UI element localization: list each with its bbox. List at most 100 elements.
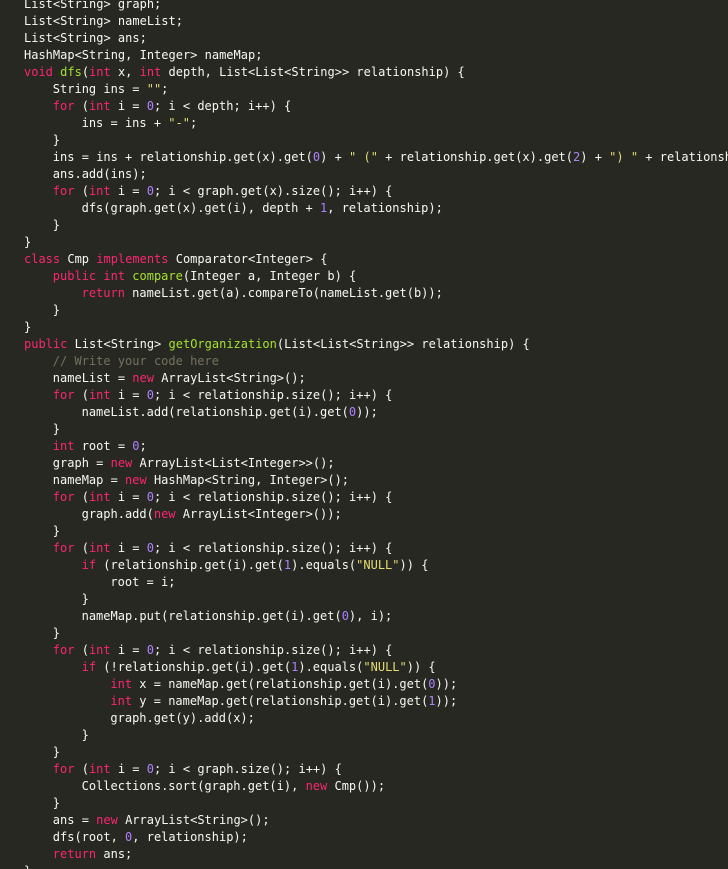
- code-token: nameMap.put(relationship.get(i).get(: [81, 609, 342, 623]
- code-line: }: [24, 625, 728, 642]
- code-token: }: [52, 218, 61, 232]
- code-token: i =: [110, 388, 147, 402]
- code-line: public List<String> getOrganization(List…: [24, 336, 728, 353]
- code-token: , relationship);: [132, 830, 248, 844]
- code-token: , relationship);: [327, 201, 443, 215]
- code-token: Cmp: [60, 252, 97, 266]
- code-line: }: [24, 302, 728, 319]
- code-token: ans.add(ins);: [52, 167, 147, 181]
- code-token: )) {: [406, 660, 436, 674]
- code-token: (: [74, 541, 89, 555]
- code-token: new: [110, 456, 133, 470]
- code-token: }: [52, 303, 61, 317]
- code-token: int: [88, 388, 111, 402]
- code-line: List<String> ans;: [24, 30, 728, 47]
- code-token: nameList.get(a).compareTo(nameList.get(b…: [124, 286, 443, 300]
- code-line: }: [24, 217, 728, 234]
- code-line: for (int i = 0; i < depth; i++) {: [24, 98, 728, 115]
- code-token: // Write your code here: [52, 354, 219, 368]
- code-token: }: [52, 133, 61, 147]
- code-line: // Write your code here: [24, 353, 728, 370]
- code-token: int: [88, 762, 111, 776]
- code-line: void dfs(int x, int depth, List<List<Str…: [24, 64, 728, 81]
- code-token: ;: [189, 116, 198, 130]
- code-line: ins = ins + "-";: [24, 115, 728, 132]
- code-token: public: [24, 337, 68, 351]
- code-token: String ins =: [52, 82, 147, 96]
- code-line: public int compare(Integer a, Integer b)…: [24, 268, 728, 285]
- code-token: int: [139, 65, 162, 79]
- code-line: return nameList.get(a).compareTo(nameLis…: [24, 285, 728, 302]
- code-token: getOrganization: [168, 337, 277, 351]
- code-token: ));: [435, 677, 458, 691]
- code-token: + relationship.get(x).get(: [645, 150, 728, 164]
- code-token: }: [81, 728, 89, 742]
- code-token: 0: [146, 490, 154, 504]
- code-line: HashMap<String, Integer> nameMap;: [24, 47, 728, 64]
- code-token: x,: [110, 65, 140, 79]
- code-line: }: [24, 132, 728, 149]
- code-token: implements: [96, 252, 169, 266]
- code-token: }: [52, 422, 61, 436]
- code-token: dfs(graph.get(x).get(i), depth +: [81, 201, 321, 215]
- code-token: 0: [146, 99, 154, 113]
- code-token: Collections.sort(graph.get(i),: [81, 779, 306, 793]
- code-token: ins = ins + relationship.get(x).get(: [52, 150, 313, 164]
- code-token: ; i < relationship.size(); i++) {: [153, 541, 393, 555]
- code-token: y = nameMap.get(relationship.get(i).get(: [132, 694, 429, 708]
- code-token: ));: [435, 694, 458, 708]
- code-token: ), i);: [348, 609, 393, 623]
- code-line: for (int i = 0; i < relationship.size();…: [24, 642, 728, 659]
- code-token: ; i < graph.get(x).size(); i++) {: [153, 184, 393, 198]
- code-token: (List<List<String>> relationship) {: [276, 337, 530, 351]
- code-token: ArrayList<String>();: [117, 813, 270, 827]
- code-token: Cmp());: [327, 779, 386, 793]
- code-line: if (relationship.get(i).get(1).equals("N…: [24, 557, 728, 574]
- code-token: ;: [139, 439, 147, 453]
- code-line: Collections.sort(graph.get(i), new Cmp()…: [24, 778, 728, 795]
- code-line: for (int i = 0; i < relationship.size();…: [24, 489, 728, 506]
- code-line: for (int i = 0; i < relationship.size();…: [24, 387, 728, 404]
- code-token: i =: [110, 490, 147, 504]
- code-lines: List<String> graph; List<String> nameList…: [24, 0, 728, 869]
- code-line: for (int i = 0; i < relationship.size();…: [24, 540, 728, 557]
- code-token: (: [74, 184, 89, 198]
- code-editor[interactable]: List<String> graph; List<String> nameList…: [0, 0, 728, 869]
- code-token: 0: [132, 439, 140, 453]
- code-line: ans.add(ins);: [24, 166, 728, 183]
- code-token: HashMap<String, Integer>();: [146, 473, 350, 487]
- code-line: }: [24, 863, 728, 869]
- code-token: int: [88, 541, 111, 555]
- code-token: Comparator<Integer> {: [168, 252, 328, 266]
- code-token: + relationship.get(x).get(: [377, 150, 574, 164]
- code-token: 0: [146, 643, 154, 657]
- code-token: ArrayList<List<Integer>>();: [132, 456, 335, 470]
- code-line: nameMap = new HashMap<String, Integer>()…: [24, 472, 728, 489]
- code-token: graph =: [52, 456, 111, 470]
- code-line: }: [24, 795, 728, 812]
- code-token: if: [81, 558, 97, 572]
- code-token: for: [52, 184, 75, 198]
- code-token: " (": [349, 150, 378, 164]
- code-token: }: [52, 745, 61, 759]
- code-token: root =: [74, 439, 133, 453]
- code-line: return ans;: [24, 846, 728, 863]
- code-token: for: [52, 541, 75, 555]
- code-token: }: [52, 524, 61, 538]
- code-token: 0: [341, 609, 349, 623]
- code-token: ; i < relationship.size(); i++) {: [153, 643, 393, 657]
- code-token: (: [74, 490, 89, 504]
- code-token: return: [52, 847, 97, 861]
- code-token: public int: [52, 269, 133, 283]
- code-token: compare: [132, 269, 183, 283]
- code-token: graph.get(y).add(x);: [110, 711, 255, 725]
- code-token: int: [110, 694, 133, 708]
- code-line: }: [24, 421, 728, 438]
- code-token: }: [24, 864, 31, 869]
- code-line: dfs(graph.get(x).get(i), depth + 1, rela…: [24, 200, 728, 217]
- code-token: ).equals(: [291, 558, 357, 572]
- code-token: return: [81, 286, 125, 300]
- code-line: int root = 0;: [24, 438, 728, 455]
- code-token: depth, List<List<String>> relationship) …: [161, 65, 465, 79]
- code-token: i =: [110, 762, 147, 776]
